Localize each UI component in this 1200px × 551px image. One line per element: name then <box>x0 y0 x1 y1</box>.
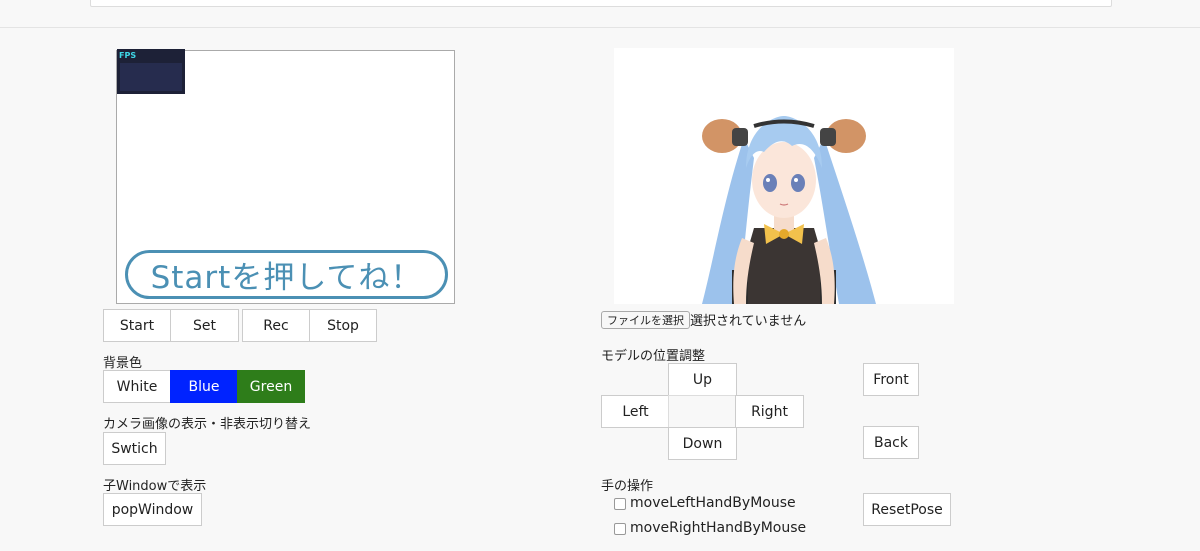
right-button[interactable]: Right <box>735 395 804 428</box>
top-bar <box>90 0 1112 7</box>
camera-toggle-label: カメラ画像の表示・非表示切り替え <box>103 417 312 432</box>
move-right-hand-label[interactable]: moveRightHandByMouse <box>630 520 806 536</box>
position-adjust-label: モデルの位置調整 <box>601 349 706 364</box>
model-viewer[interactable] <box>614 48 954 304</box>
background-green-button[interactable]: Green <box>237 370 305 403</box>
move-left-hand-label[interactable]: moveLeftHandByMouse <box>630 495 796 511</box>
file-choose-button[interactable]: ファイルを選択 <box>601 311 690 329</box>
anime-character-model <box>702 116 876 304</box>
center-spacer <box>668 395 737 428</box>
rec-button[interactable]: Rec <box>242 309 310 342</box>
child-window-label: 子Windowで表示 <box>103 479 207 494</box>
header-divider <box>0 27 1200 28</box>
move-right-hand-checkbox[interactable] <box>614 523 626 535</box>
set-button[interactable]: Set <box>170 309 239 342</box>
back-button[interactable]: Back <box>863 426 919 459</box>
pop-window-button[interactable]: popWindow <box>103 493 202 526</box>
start-button[interactable]: Start <box>103 309 171 342</box>
left-button[interactable]: Left <box>601 395 670 428</box>
stop-button[interactable]: Stop <box>309 309 377 342</box>
background-white-button[interactable]: White <box>103 370 171 403</box>
camera-preview: FPS Startを押してね！ <box>116 49 455 304</box>
move-left-hand-checkbox[interactable] <box>614 498 626 510</box>
fps-meter: FPS <box>117 49 185 94</box>
fps-graph <box>120 63 182 91</box>
hand-operation-label: 手の操作 <box>601 479 654 494</box>
down-button[interactable]: Down <box>668 427 737 460</box>
background-color-label: 背景色 <box>103 356 143 371</box>
start-banner: Startを押してね！ <box>125 250 448 299</box>
up-button[interactable]: Up <box>668 363 737 396</box>
camera-switch-button[interactable]: Swtich <box>103 432 166 465</box>
front-button[interactable]: Front <box>863 363 919 396</box>
reset-pose-button[interactable]: ResetPose <box>863 493 951 526</box>
file-status-text: 選択されていません <box>690 314 807 329</box>
fps-label: FPS <box>119 51 137 60</box>
background-blue-button[interactable]: Blue <box>170 370 238 403</box>
